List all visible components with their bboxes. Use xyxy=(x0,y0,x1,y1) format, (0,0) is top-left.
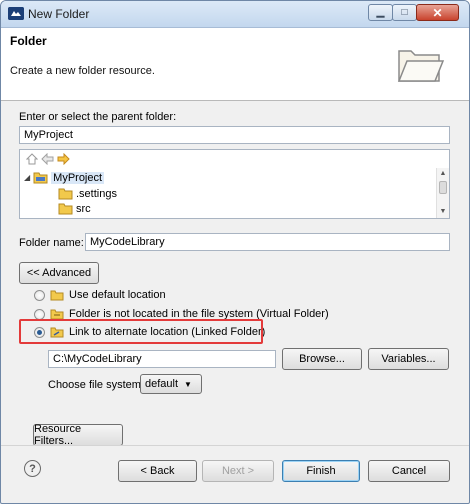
scroll-thumb[interactable] xyxy=(439,181,447,194)
file-system-select[interactable]: default ▼ xyxy=(140,374,202,394)
page-title: Folder xyxy=(10,34,47,48)
collapse-arrow-icon[interactable]: ◢ xyxy=(24,173,30,182)
maximize-icon: □ xyxy=(401,7,408,18)
scroll-down-icon[interactable]: ▼ xyxy=(437,206,449,218)
forward-icon[interactable] xyxy=(57,152,70,166)
title-bar[interactable]: New Folder ▁ □ ✕ xyxy=(1,1,469,28)
next-button[interactable]: Next > xyxy=(202,460,274,482)
close-icon: ✕ xyxy=(432,5,443,20)
linked-location-input[interactable] xyxy=(48,350,276,368)
maximize-button[interactable]: □ xyxy=(392,4,417,21)
window-title: New Folder xyxy=(28,7,90,21)
folder-icon xyxy=(58,188,73,199)
advanced-button[interactable]: << Advanced xyxy=(19,262,99,284)
resource-filters-button[interactable]: Resource Filters... xyxy=(33,423,123,447)
help-icon[interactable]: ? xyxy=(24,460,41,477)
open-folder-icon xyxy=(397,50,445,82)
minimize-icon: ▁ xyxy=(376,7,385,18)
new-folder-dialog: New Folder ▁ □ ✕ Folder Create a new fol… xyxy=(0,0,470,504)
page-description: Create a new folder resource. xyxy=(10,65,155,77)
linked-folder-highlight xyxy=(19,319,263,344)
folder-icon xyxy=(50,290,64,300)
tree-toolbar xyxy=(25,152,70,167)
parent-folder-input[interactable] xyxy=(19,126,450,144)
radio-button[interactable] xyxy=(34,308,45,320)
minimize-button[interactable]: ▁ xyxy=(368,4,393,21)
cancel-button[interactable]: Cancel xyxy=(368,460,450,482)
parent-folder-label: Enter or select the parent folder: xyxy=(19,111,177,123)
radio-default-location[interactable]: Use default location xyxy=(34,287,166,303)
wizard-header: Folder Create a new folder resource. xyxy=(1,28,469,101)
folder-name-input[interactable] xyxy=(85,233,450,251)
variables-button[interactable]: Variables... xyxy=(368,348,449,370)
folder-tree[interactable]: ◢ MyProject .settings src ▲ ▼ xyxy=(19,149,450,219)
virtual-folder-icon xyxy=(50,309,64,319)
tree-item-settings[interactable]: .settings xyxy=(58,186,117,201)
scroll-up-icon[interactable]: ▲ xyxy=(437,168,449,180)
tree-item-myproject[interactable]: ◢ MyProject xyxy=(24,170,105,185)
folder-icon xyxy=(58,203,73,214)
home-icon[interactable] xyxy=(25,153,38,166)
back-icon[interactable] xyxy=(41,152,54,166)
tree-scrollbar[interactable]: ▲ ▼ xyxy=(436,168,449,218)
finish-button[interactable]: Finish xyxy=(282,460,360,482)
browse-button[interactable]: Browse... xyxy=(282,348,362,370)
dropdown-arrow-icon: ▼ xyxy=(184,379,192,389)
eclipse-window-icon xyxy=(8,7,24,20)
file-system-label: Choose file system: xyxy=(48,379,144,391)
project-icon xyxy=(33,172,48,184)
folder-name-label: Folder name: xyxy=(19,237,84,249)
radio-button[interactable] xyxy=(34,289,45,301)
close-button[interactable]: ✕ xyxy=(416,4,459,21)
tree-item-src[interactable]: src xyxy=(58,201,91,216)
footer-divider xyxy=(1,445,469,446)
back-button[interactable]: < Back xyxy=(118,460,197,482)
